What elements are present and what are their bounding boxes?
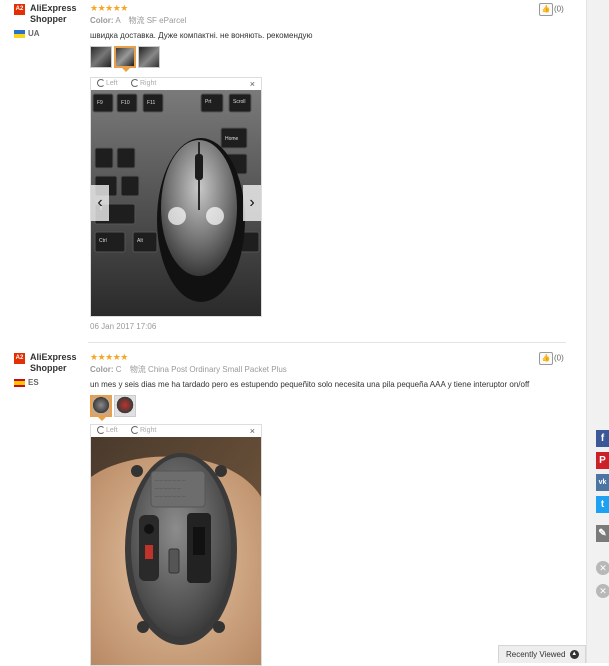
photo-thumbnails [90, 46, 162, 72]
order-info: Color: A 物流 SF eParcel [90, 15, 186, 26]
photo-thumbnails [90, 395, 138, 421]
shipping-label: 物流 [128, 16, 145, 25]
helpful-vote[interactable]: 👍 (0) [539, 352, 564, 365]
svg-text:Home: Home [225, 136, 239, 142]
thumbs-up-icon[interactable]: 👍 [539, 3, 553, 16]
rotate-left-label: Left [106, 80, 118, 87]
svg-text:Ctrl: Ctrl [99, 238, 107, 244]
viewer-toolbar: Left Right × [91, 78, 261, 90]
helpful-count: (0) [554, 353, 564, 363]
rotate-right-icon [131, 426, 139, 435]
svg-text:Alt: Alt [137, 238, 143, 244]
spain-flag-icon [14, 378, 25, 387]
rotate-right-button[interactable]: Right [131, 425, 156, 437]
reviewer-country: ES [14, 378, 39, 387]
mouse-underside-in-hand-photo: — — — — — — — — — — — — — — — — — — — — [91, 437, 261, 665]
review-item: A2 AliExpress Shopper UA ★★★★★ Color: A … [0, 0, 586, 340]
feedback-list: A2 AliExpress Shopper UA ★★★★★ Color: A … [0, 0, 586, 666]
mouse-on-keyboard-photo: F9F10F11PrtScroll Home⇧CtrlAlt [91, 90, 261, 316]
svg-text:F11: F11 [147, 100, 155, 106]
svg-text:F10: F10 [121, 100, 130, 106]
photo-viewer: Left Right × [90, 77, 262, 317]
color-label: Color: [90, 365, 114, 374]
rating-stars: ★★★★★ [90, 3, 128, 13]
rotate-right-icon [131, 79, 139, 88]
color-value: A [115, 16, 121, 25]
country-code: UA [28, 29, 40, 38]
review-divider [88, 342, 566, 343]
reviewer-country: UA [14, 29, 40, 38]
review-text: швидка доставка. Дуже компактні. не воня… [90, 31, 313, 40]
order-info: Color: C 物流 China Post Ordinary Small Pa… [90, 364, 287, 375]
color-value: C [115, 365, 122, 374]
photo-viewer: Left Right × [90, 424, 262, 666]
close-viewer-button[interactable]: × [250, 425, 255, 437]
share-vk-button[interactable]: vk [596, 474, 609, 491]
reviewer-name[interactable]: AliExpress Shopper [30, 352, 96, 374]
photo-thumbnail[interactable] [138, 46, 160, 68]
photo-thumbnail-selected[interactable] [114, 46, 136, 72]
ukraine-flag-icon [14, 29, 25, 38]
close-viewer-button[interactable]: × [250, 78, 255, 90]
rotate-right-label: Right [140, 80, 157, 87]
recently-viewed-tab[interactable]: Recently Viewed ▲ [498, 645, 586, 663]
country-code: ES [28, 378, 39, 387]
photo-thumbnail[interactable] [114, 395, 136, 417]
edit-icon[interactable]: ✎ [596, 525, 609, 542]
svg-text:— — — — — —: — — — — — — [155, 486, 181, 490]
svg-text:Scroll: Scroll [233, 99, 246, 105]
thumbs-up-icon[interactable]: 👍 [539, 352, 553, 365]
review-photo: F9F10F11PrtScroll Home⇧CtrlAlt ‹ › [91, 90, 261, 316]
shipping-value: SF eParcel [146, 16, 187, 25]
color-label: Color: [90, 16, 114, 25]
rotate-left-button[interactable]: Left [97, 78, 118, 90]
review-photo: — — — — — — — — — — — — — — — — — — — — [91, 437, 261, 665]
reviewer-info: A2 AliExpress Shopper UA [14, 3, 86, 38]
rotate-left-label: Left [106, 427, 118, 434]
shipping-value: China Post Ordinary Small Packet Plus [148, 365, 287, 374]
chevron-up-icon: ▲ [569, 650, 579, 660]
review-date: 06 Jan 2017 17:06 [90, 322, 157, 331]
svg-text:Prt: Prt [205, 99, 212, 105]
reviewer-info: A2 AliExpress Shopper ES [14, 352, 86, 387]
svg-text:— — — — — — —: — — — — — — — [155, 478, 186, 482]
rotate-left-icon [97, 426, 105, 435]
reviewer-name[interactable]: AliExpress Shopper [30, 3, 96, 25]
viewer-toolbar: Left Right × [91, 425, 261, 437]
rotate-right-button[interactable]: Right [131, 78, 156, 90]
close-floating-icon[interactable]: ✕ [596, 584, 609, 598]
close-floating-icon[interactable]: ✕ [596, 561, 609, 575]
user-level-badge: A2 [14, 4, 25, 15]
rotate-right-label: Right [140, 427, 157, 434]
previous-photo-button[interactable]: ‹ [91, 185, 109, 221]
svg-text:F9: F9 [97, 100, 103, 106]
review-text: un mes y seis dias me ha tardado pero es… [90, 380, 530, 389]
rating-stars: ★★★★★ [90, 352, 128, 362]
helpful-vote[interactable]: 👍 (0) [539, 3, 564, 16]
review-item: A2 AliExpress Shopper ES ★★★★★ Color: C … [0, 349, 586, 666]
user-level-badge: A2 [14, 353, 25, 364]
photo-thumbnail[interactable] [90, 46, 112, 68]
share-twitter-button[interactable]: t [596, 496, 609, 513]
share-pinterest-button[interactable]: P [596, 452, 609, 469]
helpful-count: (0) [554, 4, 564, 14]
photo-thumbnail-selected[interactable] [90, 395, 112, 421]
rotate-left-button[interactable]: Left [97, 425, 118, 437]
recently-viewed-label: Recently Viewed [506, 650, 566, 659]
next-photo-button[interactable]: › [243, 185, 261, 221]
shipping-label: 物流 [129, 365, 146, 374]
share-facebook-button[interactable]: f [596, 430, 609, 447]
svg-text:— — — — — — —: — — — — — — — [155, 494, 186, 498]
rotate-left-icon [97, 79, 105, 88]
